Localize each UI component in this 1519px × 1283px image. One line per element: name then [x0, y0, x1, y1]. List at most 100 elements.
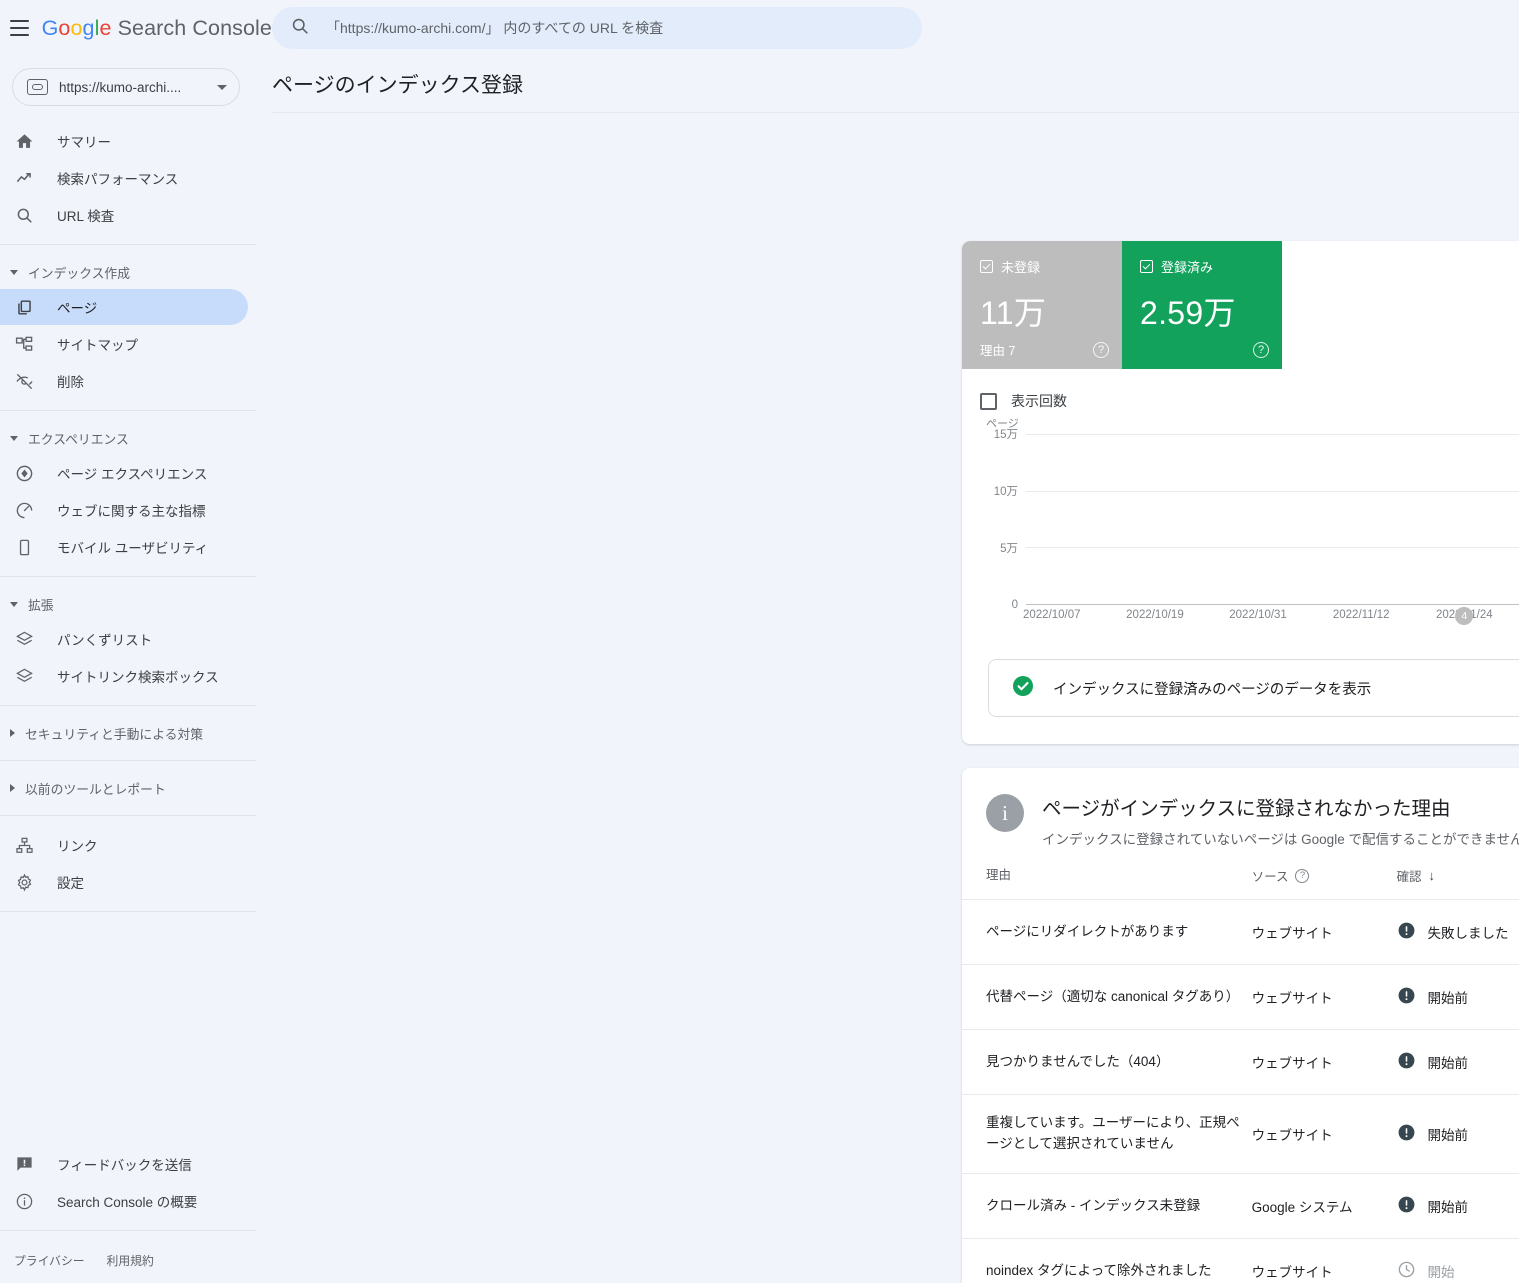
sidebar-nav: サマリー 検索パフォーマンス URL 検査 インデックス作成 ページ サイトマッ… — [0, 116, 272, 1145]
cell-reason[interactable]: 見つかりませんでした（404） — [962, 1029, 1252, 1096]
sidebar-item-label: 削除 — [57, 375, 84, 390]
sidebar-item-pages[interactable]: ページ — [0, 289, 248, 325]
url-inspection-search[interactable]: 「https://kumo-archi.com/」 内のすべての URL を検査 — [272, 7, 922, 49]
chevron-down-icon — [217, 84, 227, 90]
gear-icon — [14, 872, 35, 893]
layers-icon — [14, 666, 35, 687]
sidebar-group-security[interactable]: セキュリティと手動による対策 — [0, 717, 272, 749]
column-header-source[interactable]: ソース ? — [1251, 866, 1397, 901]
sidebar-item-page-experience[interactable]: ページ エクスペリエンス — [0, 455, 248, 491]
view-indexed-data-banner[interactable]: インデックスに登録済みのページのデータを表示 — [988, 659, 1519, 717]
cell-validation: 失敗しました — [1396, 899, 1519, 966]
sidebar-item-removals[interactable]: 削除 — [0, 363, 248, 399]
property-selector[interactable]: https://kumo-archi.... — [12, 68, 240, 106]
sidebar-divider — [0, 705, 256, 706]
reason-label: 代替ページ（適切な canonical タグあり） — [986, 988, 1240, 1004]
table-row[interactable]: noindex タグによって除外されましたウェブサイト開始2 — [962, 1238, 1519, 1283]
impressions-toggle[interactable]: 表示回数 — [962, 369, 1519, 411]
index-overview-card: 未登録 11万 理由 7 ? 登録済み 2.59万 ? 表示回数 ページ 0 5… — [962, 241, 1519, 744]
column-header-reason[interactable]: 理由 — [962, 866, 1252, 901]
product-logo[interactable]: Google Search Console — [42, 16, 272, 41]
sidebar-item-settings[interactable]: 設定 — [0, 864, 248, 900]
table-row[interactable]: ページにリダイレクトがありますウェブサイト失敗しました39,637 — [962, 899, 1519, 966]
sidebar-item-label: モバイル ユーザビリティ — [57, 541, 209, 556]
sidebar-group-experience[interactable]: エクスペリエンス — [0, 422, 272, 454]
main-area: 「https://kumo-archi.com/」 内のすべての URL を検査… — [272, 0, 1519, 1283]
sidebar-item-links[interactable]: リンク — [0, 827, 248, 863]
column-header-validation[interactable]: 確認 ↓ — [1396, 866, 1519, 901]
sidebar-item-sitelinks-searchbox[interactable]: サイトリンク検索ボックス — [0, 658, 248, 694]
source-label: ウェブサイト — [1251, 1265, 1333, 1281]
table-head: 理由 ソース ? 確認 ↓ — [962, 866, 1519, 901]
metric-tile-not-indexed[interactable]: 未登録 11万 理由 7 ? — [962, 241, 1122, 369]
validation-status: 開始前 — [1427, 1128, 1469, 1144]
column-label: ソース — [1251, 870, 1289, 885]
product-name: Search Console — [117, 15, 272, 40]
checkbox-unchecked-icon[interactable] — [980, 392, 997, 410]
sidebar-item-search-performance[interactable]: 検索パフォーマンス — [0, 160, 248, 196]
cell-source: ウェブサイト — [1251, 1238, 1397, 1283]
help-icon[interactable]: ? — [1253, 342, 1269, 358]
reasons-title: ページがインデックスに登録されなかった理由 — [1042, 798, 1451, 820]
content-scroll[interactable]: 未登録 11万 理由 7 ? 登録済み 2.59万 ? 表示回数 ページ 0 5… — [272, 113, 1519, 1283]
validation-status: 開始前 — [1427, 1056, 1469, 1072]
legal-links: プライバシー 利用規約 — [0, 1242, 272, 1277]
checkbox-checked-icon[interactable] — [1140, 260, 1153, 273]
sidebar-item-summary[interactable]: サマリー — [0, 123, 248, 159]
table-row[interactable]: クロール済み - インデックス未登録Google システム開始前28,397 — [962, 1173, 1519, 1240]
sort-descending-icon[interactable]: ↓ — [1429, 868, 1436, 883]
cell-reason[interactable]: noindex タグによって除外されました — [962, 1238, 1252, 1283]
sidebar-group-label: セキュリティと手動による対策 — [25, 726, 204, 742]
sidebar-item-mobile-usability[interactable]: モバイル ユーザビリティ — [0, 529, 248, 565]
sidebar-divider — [0, 1230, 256, 1231]
cell-validation: 開始前 — [1396, 964, 1519, 1031]
sidebar-group-legacy-tools[interactable]: 以前のツールとレポート — [0, 772, 272, 804]
sidebar: Google Search Console https://kumo-archi… — [0, 0, 272, 1283]
sidebar-item-about-search-console[interactable]: Search Console の概要 — [0, 1183, 248, 1219]
table-body: ページにリダイレクトがありますウェブサイト失敗しました39,637代替ページ（適… — [962, 899, 1519, 1283]
validation-status: 失敗しました — [1427, 926, 1509, 942]
sidebar-item-label: サイトマップ — [57, 338, 138, 353]
cell-source: ウェブサイト — [1251, 1029, 1397, 1096]
error-exclamation-icon — [1397, 1051, 1416, 1073]
sidebar-group-label: 以前のツールとレポート — [25, 781, 166, 797]
sidebar-item-send-feedback[interactable]: フィードバックを送信 — [0, 1146, 248, 1182]
cell-reason[interactable]: ページにリダイレクトがあります — [962, 899, 1252, 966]
cell-reason[interactable]: 代替ページ（適切な canonical タグあり） — [962, 964, 1252, 1031]
cell-reason[interactable]: クロール済み - インデックス未登録 — [962, 1173, 1252, 1240]
metric-tile-indexed[interactable]: 登録済み 2.59万 ? — [1122, 241, 1282, 369]
x-axis-labels: 2022/10/07 2022/10/19 2022/10/31 2022/11/12… — [1023, 607, 1519, 631]
chart-bars — [1026, 435, 1519, 605]
sidebar-group-indexing[interactable]: インデックス作成 — [0, 256, 272, 288]
sidebar-item-url-inspection[interactable]: URL 検査 — [0, 197, 248, 233]
help-icon[interactable]: ? — [1093, 342, 1109, 358]
terms-link[interactable]: 利用規約 — [107, 1252, 154, 1269]
privacy-link[interactable]: プライバシー — [14, 1252, 85, 1269]
sidebar-item-breadcrumbs[interactable]: パンくずリスト — [0, 621, 248, 657]
help-icon[interactable]: ? — [1295, 868, 1310, 883]
index-coverage-chart[interactable]: ページ 0 5万 10万 15万 2022/10/07 2022/10/19 2022/1… — [980, 418, 1519, 631]
pages-copy-icon — [14, 297, 35, 318]
layers-icon — [14, 629, 35, 650]
error-exclamation-icon — [1397, 986, 1416, 1008]
source-label: ウェブサイト — [1251, 926, 1333, 942]
tile-header: 未登録 — [980, 257, 1104, 276]
tile-subtext: 理由 7 — [980, 344, 1016, 358]
cell-source: Google システム — [1251, 1173, 1397, 1240]
sidebar-item-core-web-vitals[interactable]: ウェブに関する主な指標 — [0, 492, 248, 528]
reasons-subtitle: インデックスに登録されていないページは Google で配信することができません — [1042, 832, 1519, 847]
logo-letter-o2: o — [70, 15, 83, 40]
sidebar-item-label: パンくずリスト — [57, 633, 153, 648]
table-row[interactable]: 代替ページ（適切な canonical タグあり）ウェブサイト開始前39,606 — [962, 964, 1519, 1031]
table-row[interactable]: 重複しています。ユーザーにより、正規ページとして選択されていません ウェブサイト 開… — [962, 1094, 1519, 1175]
sidebar-item-label: 設定 — [57, 876, 84, 891]
table-row[interactable]: 見つかりませんでした（404）ウェブサイト開始前2,187 — [962, 1029, 1519, 1096]
sidebar-group-enhancements[interactable]: 拡張 — [0, 588, 272, 620]
cell-reason[interactable]: 重複しています。ユーザーにより、正規ページとして選択されていません — [962, 1094, 1252, 1175]
checkbox-checked-icon[interactable] — [980, 260, 993, 273]
chart-annotation-badge[interactable]: 4 — [1455, 607, 1474, 625]
hamburger-icon[interactable] — [10, 10, 30, 46]
validation-status: 開始 — [1427, 1265, 1455, 1281]
sidebar-item-sitemaps[interactable]: サイトマップ — [0, 326, 248, 362]
source-label: ウェブサイト — [1251, 1128, 1333, 1144]
